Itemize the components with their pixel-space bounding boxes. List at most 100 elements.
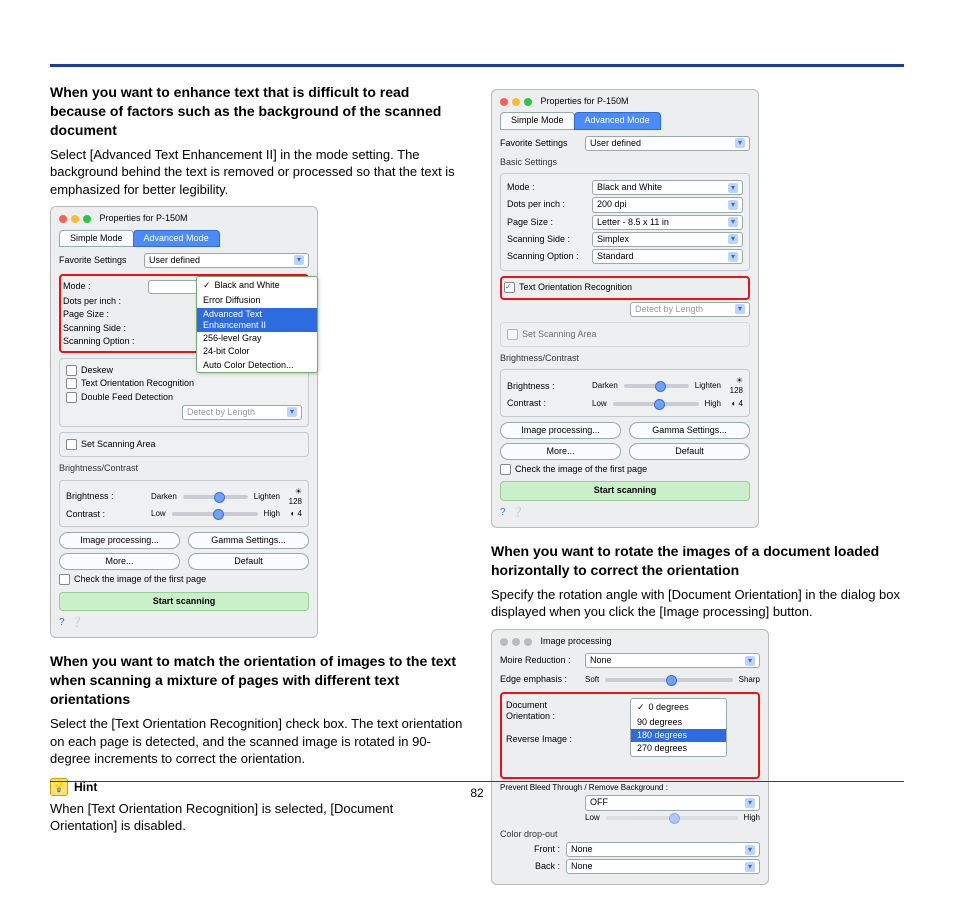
menu-item[interactable]: 24-bit Color <box>197 345 317 358</box>
default-button[interactable]: Default <box>188 553 309 570</box>
menu-item[interactable]: Black and White <box>197 279 317 292</box>
section-body: Select [Advanced Text Enhancement II] in… <box>50 146 463 199</box>
mode-menu[interactable]: Black and White Error Diffusion Advanced… <box>196 276 318 373</box>
hint-text: When [Text Orientation Recognition] is s… <box>50 800 463 835</box>
image-processing-button[interactable]: Image processing... <box>59 532 180 549</box>
tab-advanced-mode[interactable]: Advanced Mode <box>133 230 220 247</box>
menu-item[interactable]: 270 degrees <box>631 742 726 755</box>
menu-item[interactable]: 90 degrees <box>631 716 726 729</box>
favorite-label: Favorite Settings <box>500 138 585 149</box>
tab-simple-mode[interactable]: Simple Mode <box>500 112 575 129</box>
edge-slider[interactable] <box>605 678 732 682</box>
darken-label: Darken <box>592 381 618 391</box>
brightness-contrast-label: Brightness/Contrast <box>500 353 750 364</box>
contrast-slider[interactable] <box>613 402 699 406</box>
section-heading: When you want to match the orientation o… <box>50 652 463 709</box>
mode-dropdown[interactable]: Black and White▾ <box>592 180 743 195</box>
help-icon[interactable]: ? <box>59 617 65 630</box>
brightness-slider[interactable] <box>624 384 689 388</box>
check-first-page-checkbox[interactable]: Check the image of the first page <box>500 464 750 475</box>
low-label: Low <box>592 399 607 409</box>
front-label: Front : <box>500 844 566 855</box>
more-button[interactable]: More... <box>59 553 180 570</box>
page-size-dropdown[interactable]: Letter - 8.5 x 11 in▾ <box>592 215 743 230</box>
brightness-label: Brightness : <box>507 381 592 392</box>
doc-orientation-label: Document Orientation : <box>506 700 591 723</box>
scan-area-checkbox[interactable]: Set Scanning Area <box>66 439 302 450</box>
default-button[interactable]: Default <box>629 443 750 460</box>
high-label: High <box>705 399 721 409</box>
info-icon[interactable]: ❔ <box>512 507 524 520</box>
section-heading: When you want to rotate the images of a … <box>491 542 904 580</box>
text-orientation-checkbox[interactable]: Text Orientation Recognition <box>66 378 302 389</box>
detect-length-dropdown: Detect by Length▾ <box>182 405 302 420</box>
dpi-dropdown[interactable]: 200 dpi▾ <box>592 197 743 212</box>
image-processing-dialog: Image processing Moire Reduction :None▾ … <box>491 629 769 886</box>
mode-label: Mode : <box>507 182 592 193</box>
section-body: Select the [Text Orientation Recognition… <box>50 715 463 768</box>
edge-label: Edge emphasis : <box>500 674 585 685</box>
image-processing-button[interactable]: Image processing... <box>500 422 621 439</box>
scanning-side-dropdown[interactable]: Simplex▾ <box>592 232 743 247</box>
scanning-option-dropdown[interactable]: Standard▾ <box>592 249 743 264</box>
contrast-label: Contrast : <box>66 509 151 520</box>
scanning-option-label: Scanning Option : <box>63 336 148 347</box>
moire-label: Moire Reduction : <box>500 655 585 666</box>
properties-dialog-2: Properties for P-150M Simple Mode Advanc… <box>491 89 759 528</box>
window-controls[interactable] <box>500 638 532 646</box>
orientation-menu[interactable]: 0 degrees 90 degrees 180 degrees 270 deg… <box>630 698 727 757</box>
detect-length-dropdown: Detect by Length▾ <box>630 302 750 317</box>
contrast-value: ◐ 4 <box>280 509 302 519</box>
moire-dropdown[interactable]: None▾ <box>585 653 760 668</box>
brightness-label: Brightness : <box>66 491 151 502</box>
section-body: Specify the rotation angle with [Documen… <box>491 586 904 621</box>
tab-simple-mode[interactable]: Simple Mode <box>59 230 134 247</box>
dpi-label: Dots per inch : <box>63 296 148 307</box>
page-number: 82 <box>50 786 904 800</box>
brightness-slider[interactable] <box>183 495 248 499</box>
favorite-dropdown[interactable]: User defined▾ <box>585 136 750 151</box>
favorite-label: Favorite Settings <box>59 255 144 266</box>
menu-item[interactable]: 256-level Gray <box>197 332 317 345</box>
info-icon[interactable]: ❔ <box>71 617 83 630</box>
help-icon[interactable]: ? <box>500 507 506 520</box>
double-feed-checkbox[interactable]: Double Feed Detection <box>66 392 302 403</box>
basic-settings-label: Basic Settings <box>500 157 750 168</box>
scanning-side-label: Scanning Side : <box>507 234 592 245</box>
dpi-label: Dots per inch : <box>507 199 592 210</box>
menu-item-selected[interactable]: Advanced Text Enhancement II <box>197 308 317 333</box>
text-orientation-checkbox[interactable]: Text Orientation Recognition <box>504 282 746 293</box>
tab-advanced-mode[interactable]: Advanced Mode <box>574 112 661 129</box>
menu-item[interactable]: Error Diffusion <box>197 294 317 307</box>
start-scanning-button[interactable]: Start scanning <box>500 481 750 500</box>
darken-label: Darken <box>151 492 177 502</box>
front-dropdown[interactable]: None▾ <box>566 842 760 857</box>
menu-item[interactable]: Auto Color Detection... <box>197 359 317 372</box>
window-controls[interactable] <box>59 215 91 223</box>
brightness-value: ☀ 128 <box>721 376 743 396</box>
favorite-dropdown[interactable]: User defined▾ <box>144 253 309 268</box>
contrast-slider[interactable] <box>172 512 258 516</box>
more-button[interactable]: More... <box>500 443 621 460</box>
window-controls[interactable] <box>500 98 532 106</box>
contrast-label: Contrast : <box>507 398 592 409</box>
lighten-label: Lighten <box>254 492 280 502</box>
window-title: Properties for P-150M <box>541 96 629 107</box>
gamma-button[interactable]: Gamma Settings... <box>188 532 309 549</box>
window-title: Image processing <box>541 636 612 647</box>
page-size-label: Page Size : <box>507 217 592 228</box>
menu-item-selected[interactable]: 180 degrees <box>631 729 726 742</box>
mode-label: Mode : <box>63 281 148 292</box>
back-dropdown[interactable]: None▾ <box>566 859 760 874</box>
start-scanning-button[interactable]: Start scanning <box>59 592 309 611</box>
low-label: Low <box>151 509 166 519</box>
menu-item[interactable]: 0 degrees <box>631 701 726 714</box>
back-label: Back : <box>500 861 566 872</box>
gamma-button[interactable]: Gamma Settings... <box>629 422 750 439</box>
window-title: Properties for P-150M <box>100 213 188 224</box>
check-first-page-checkbox[interactable]: Check the image of the first page <box>59 574 309 585</box>
scan-area-checkbox: Set Scanning Area <box>507 329 743 340</box>
reverse-image-label: Reverse Image : <box>506 734 591 745</box>
color-dropout-label: Color drop-out <box>500 829 760 840</box>
scanning-option-label: Scanning Option : <box>507 251 592 262</box>
